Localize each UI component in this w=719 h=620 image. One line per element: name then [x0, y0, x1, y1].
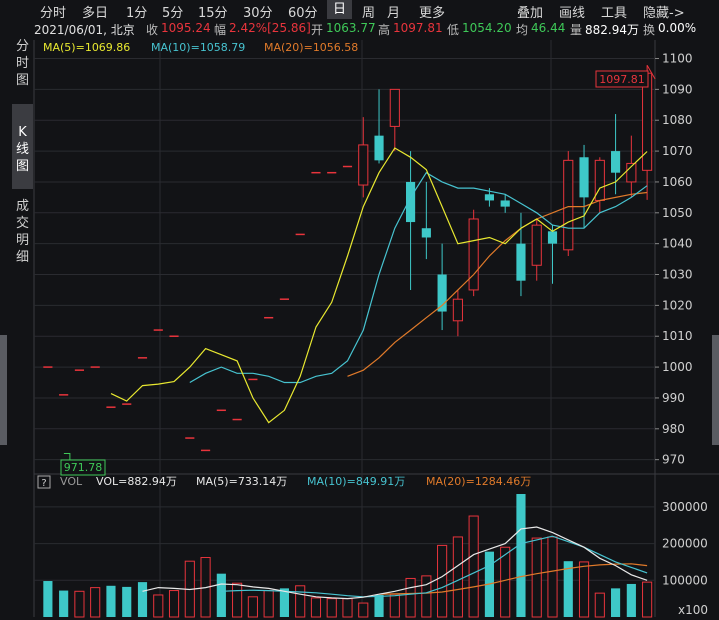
- volume-bar-12: [232, 582, 243, 618]
- volume-bar-1: [59, 590, 69, 617]
- volume-bar-20: [358, 602, 369, 618]
- kline-chart: 970 980 990 1000 1010 1020 1030 1040 1050 1060 107…: [33, 40, 719, 618]
- volume-bar-31: [531, 537, 542, 618]
- volume-tick-label-2: 300000: [662, 500, 708, 514]
- volume-bar-3: [90, 587, 101, 618]
- candle-body-32: [547, 231, 558, 244]
- candle-body-36: [611, 151, 621, 173]
- volume-unit-label: x100: [678, 603, 708, 617]
- price-tick-label-0: 970: [662, 453, 685, 467]
- candle-body-22: [389, 88, 400, 127]
- price-tick-label-12: 1090: [662, 82, 693, 96]
- ma-legend-2: MA(20)=1056.58: [264, 41, 358, 54]
- volume-bar-8: [168, 590, 180, 618]
- volume-bar-16: [295, 585, 306, 618]
- volume-bar-38: [642, 581, 653, 618]
- volume-bar-22: [389, 593, 400, 618]
- help-icon-glyph: ?: [41, 478, 46, 489]
- price-tick-label-2: 990: [662, 391, 685, 405]
- candle-body-24: [421, 228, 431, 238]
- low-marker-label: 971.78: [64, 461, 103, 474]
- price-tick-label-6: 1030: [662, 268, 693, 282]
- price-tick-label-1: 980: [662, 422, 685, 436]
- volume-legend-0: VOL=882.94万: [96, 475, 177, 488]
- volume-bar-19: [342, 598, 353, 618]
- candle-body-38: [642, 72, 653, 171]
- price-tick-label-11: 1080: [662, 113, 693, 127]
- volume-bar-0: [43, 581, 53, 617]
- volume-bar-26: [452, 536, 463, 618]
- candle-body-23: [406, 181, 416, 223]
- volume-bar-29: [500, 546, 511, 618]
- candle-body-33: [563, 159, 574, 251]
- price-tick-label-3: 1000: [662, 360, 693, 374]
- price-tick-label-5: 1020: [662, 298, 693, 312]
- candle-body-29: [500, 200, 510, 207]
- ma10-line: [189, 171, 648, 384]
- volume-legend-2: MA(10)=849.91万: [307, 475, 405, 488]
- candle-body-30: [516, 243, 526, 281]
- volume-bar-5: [122, 586, 132, 617]
- price-tick-label-9: 1060: [662, 175, 693, 189]
- candle-body-21: [374, 135, 384, 161]
- volume-bar-4: [106, 585, 116, 617]
- volume-bar-7: [153, 594, 164, 618]
- candle-body-27: [468, 218, 479, 291]
- vol-ma20-line: [378, 563, 648, 595]
- price-tick-label-7: 1040: [662, 237, 693, 251]
- price-tick-label-8: 1050: [662, 206, 693, 220]
- price-tick-label-13: 1100: [662, 52, 693, 66]
- volume-tick-label-1: 200000: [662, 537, 708, 551]
- volume-bar-37: [626, 583, 636, 617]
- high-marker-label: 1097.81: [599, 73, 645, 86]
- volume-bar-35: [594, 592, 605, 618]
- volume-bar-25: [437, 544, 448, 618]
- candle-body-28: [484, 194, 494, 201]
- volume-bar-27: [468, 515, 479, 618]
- volume-panel-label: VOL: [60, 475, 83, 488]
- volume-bar-23: [405, 577, 416, 618]
- volume-bar-13: [247, 596, 258, 618]
- volume-legend-1: MA(5)=733.14万: [196, 475, 287, 488]
- volume-bar-6: [137, 582, 148, 617]
- price-tick-label-10: 1070: [662, 144, 693, 158]
- volume-bar-17: [310, 597, 322, 618]
- ma20-line: [347, 191, 648, 377]
- volume-bar-36: [611, 588, 621, 617]
- volume-legend-3: MA(20)=1284.46万: [426, 475, 531, 488]
- candle-body-26: [452, 298, 463, 322]
- volume-bar-15: [279, 588, 289, 617]
- candle-body-20: [358, 144, 369, 186]
- volume-bar-21: [374, 594, 384, 617]
- candle-body-34: [579, 157, 589, 198]
- volume-tick-label-0: 100000: [662, 573, 708, 587]
- volume-bar-18: [326, 598, 337, 618]
- ma-legend-1: MA(10)=1058.79: [151, 41, 245, 54]
- volume-bar-11: [216, 573, 226, 617]
- candle-body-31: [531, 224, 542, 266]
- volume-bar-32: [547, 536, 558, 618]
- volume-bar-30: [516, 494, 526, 617]
- ma-legend-0: MA(5)=1069.86: [43, 41, 130, 54]
- volume-bar-34: [578, 561, 590, 618]
- volume-bar-24: [421, 575, 432, 618]
- volume-bar-14: [263, 590, 274, 618]
- price-tick-label-4: 1010: [662, 329, 693, 343]
- volume-bar-2: [74, 590, 85, 618]
